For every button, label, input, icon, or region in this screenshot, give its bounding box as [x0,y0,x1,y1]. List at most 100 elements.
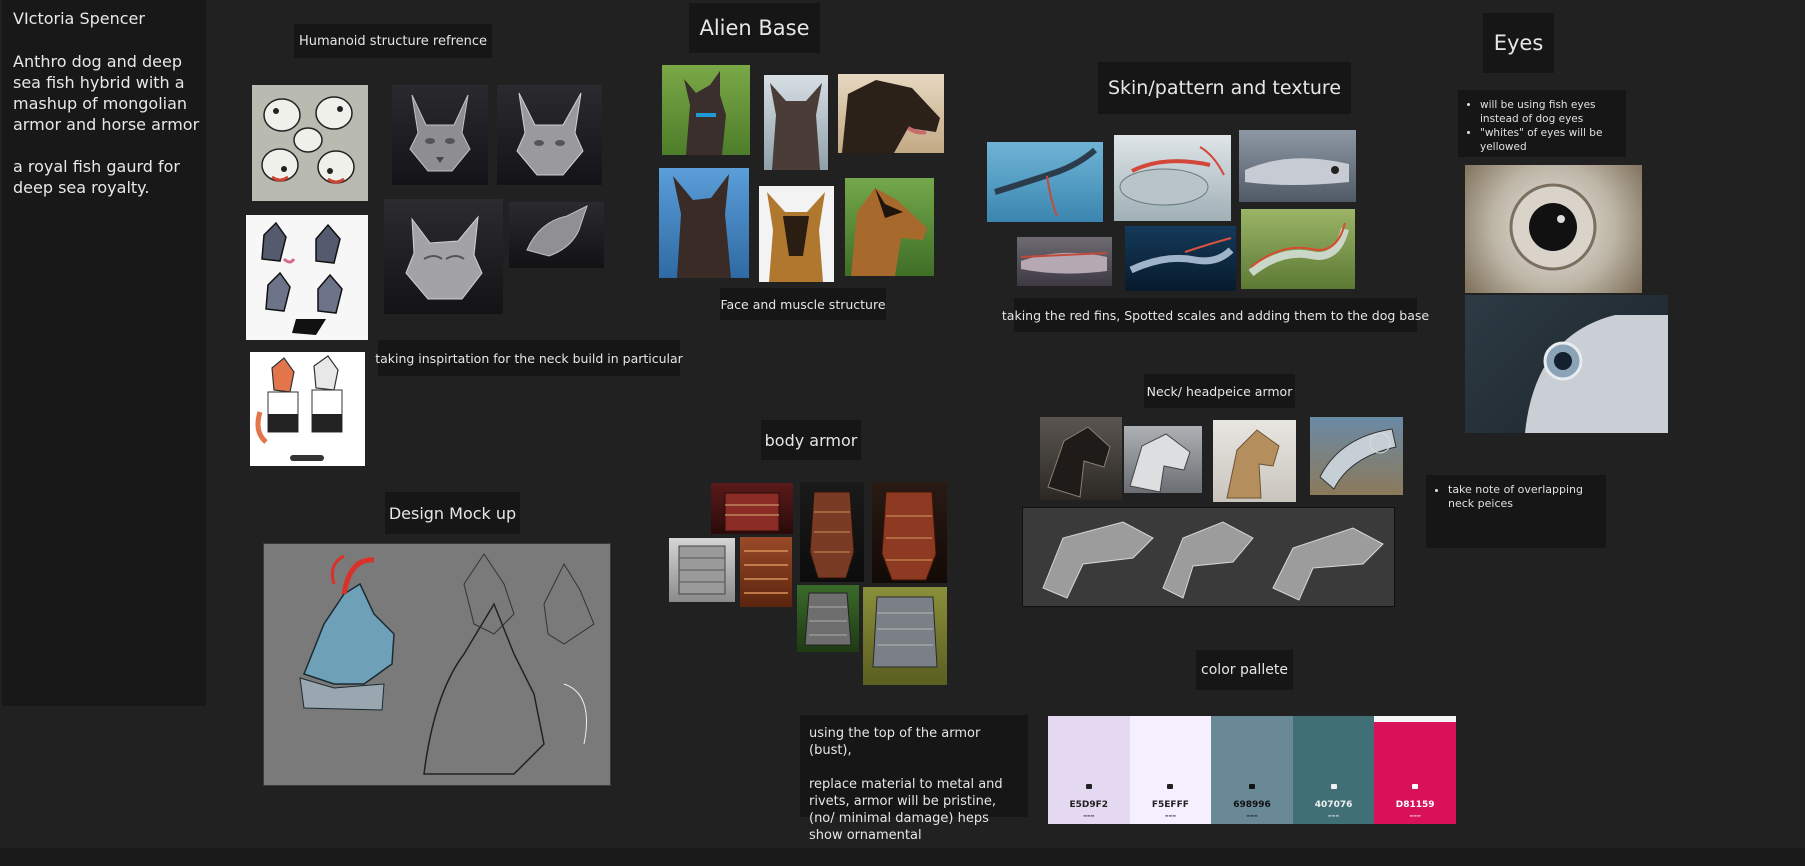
design-mockup-sketch [299,553,595,775]
xolo-dog-closeup-photo[interactable] [764,75,828,170]
oarfish-green-silhouette [1248,222,1349,277]
label-skin-texture[interactable]: Skin/pattern and texture [1098,62,1351,114]
alien-head-sculpt [526,205,588,257]
xolo-dog-blue-photo[interactable] [659,168,749,278]
wolf-sculpt-profile [405,215,483,300]
board-description-panel: VIctoria Spencer Anthro dog and deep sea… [2,0,206,706]
label-eyes[interactable]: Eyes [1483,13,1554,73]
lock-icon[interactable] [1412,784,1419,789]
lock-icon[interactable] [1167,784,1174,789]
label-humanoid-reference[interactable]: Humanoid structure refrence [294,24,492,58]
neck-plate-armor-photo[interactable] [1310,417,1403,495]
red-lamellar-silhouette [881,491,937,581]
dog-character-sketch-image[interactable] [246,215,368,340]
eyes-note-item: "whites" of eyes will be yellowed [1480,126,1618,154]
label-body-armor[interactable]: body armor [761,420,861,460]
label-red-fins[interactable]: taking the red fins, Spotted scales and … [1002,298,1429,332]
shepherd-white-silhouette [767,192,825,282]
alien-head-sculpt-image[interactable] [509,202,604,268]
swatch-hex: E5D9F2 [1069,800,1109,810]
horse-armor-gold-photo[interactable] [1213,420,1296,502]
mail-armor-person-photo[interactable] [797,585,859,652]
lock-icon[interactable] [1248,784,1255,789]
eyes-notes[interactable]: will be using fish eyes instead of dog e… [1458,90,1626,157]
steel-lamellar-closeup-photo[interactable] [669,538,735,602]
armor-note[interactable]: using the top of the armor (bust), repla… [800,715,1028,843]
oarfish-underwater-photo[interactable] [1125,226,1236,291]
steel-lamellar-silhouette [678,545,726,595]
spotted-fish-scales-photo[interactable] [1017,237,1112,286]
oarfish-model-photo[interactable] [1114,135,1231,221]
xolo-dog-green-photo[interactable] [662,65,750,155]
fish-scales-silhouette [1020,252,1108,274]
mail-armor-silhouette [804,592,852,646]
palette-swatch[interactable]: F5EFFF ▬▬▬ [1129,716,1212,824]
dalmatian-heads-sketch [261,96,355,184]
oarfish-green-photo[interactable] [1241,209,1355,289]
fish-eye-closeup-photo[interactable] [1465,165,1642,293]
leather-lamellar-silhouette [744,550,788,594]
red-lamellar-armor-photo[interactable] [872,482,947,583]
deep-sea-fish-blue-photo[interactable] [987,142,1103,222]
lock-icon[interactable] [1085,784,1092,789]
oarfish-model-silhouette [1119,146,1225,206]
fish-head-photo[interactable] [1465,295,1668,433]
oarfish-blue-silhouette [994,147,1097,217]
horse-armor-black-photo[interactable] [1040,417,1122,500]
label-neck-armor[interactable]: Neck/ headpeice armor [1144,374,1295,408]
fox-characters-image[interactable] [250,352,365,466]
label-color-palette[interactable]: color pallete [1196,650,1293,690]
dalmatian-heads-sketch-image[interactable] [252,85,368,201]
label-alien-base[interactable]: Alien Base [689,3,820,53]
swatch-subtext-bar: ▬▬▬ [1327,813,1340,818]
wolf-sculpt-profile-image[interactable] [384,199,503,314]
shepherd-profile-silhouette [842,80,940,153]
wolf-sculpt-front-image[interactable] [392,85,488,185]
palette-swatch[interactable]: 698996 ▬▬▬ [1211,716,1293,824]
neck-note-item: take note of overlapping neck peices [1448,483,1598,511]
horse-armor-silver-photo[interactable] [1124,426,1202,493]
label-face-muscle[interactable]: Face and muscle structure [720,288,886,320]
palette-swatch[interactable]: D81159 ▬▬▬ [1374,716,1456,824]
eyes-note-item: will be using fish eyes instead of dog e… [1480,98,1618,126]
german-shepherd-grass-photo[interactable] [845,178,934,276]
horse-armor-black-silhouette [1047,426,1111,498]
fish-head-drawing [1525,315,1668,433]
lamellar-armor-mannequin-photo[interactable] [800,482,864,582]
fox-characters-sketch [255,355,343,461]
wolf-sculpt-front [409,94,471,172]
swatch-hex: 407076 [1314,800,1353,810]
bottom-bar [0,848,1805,866]
red-armor-torso-silhouette [724,492,780,532]
swatch-top-strip [1374,716,1456,722]
dog-character-sketch [261,221,343,335]
swatch-subtext-bar: ▬▬▬ [1164,813,1177,818]
horse-armor-silver-silhouette [1129,433,1191,493]
swatch-hex: 698996 [1233,800,1271,810]
moodboard-canvas[interactable]: VIctoria Spencer Anthro dog and deep sea… [0,0,1805,848]
wolf-sculpt-front-2-image[interactable] [497,85,602,185]
neck-notes[interactable]: take note of overlapping neck peices [1426,475,1606,548]
palette-swatch[interactable]: 407076 ▬▬▬ [1292,716,1375,824]
swatch-hex: D81159 [1395,800,1435,810]
color-palette[interactable]: E5D9F2 ▬▬▬ F5EFFF ▬▬▬ 698996 ▬▬▬ 407076 … [1048,716,1456,824]
character-description: Anthro dog and deep sea fish hybrid with… [13,52,200,197]
label-neck-inspiration[interactable]: taking inspirtation for the neck build i… [375,340,683,376]
horse-armor-renders-image[interactable] [1022,507,1395,607]
xolo-dog-silhouette [684,71,726,155]
brigandine-silhouette [872,596,938,668]
wolf-sculpt-front-2 [516,92,584,176]
fish-eye-drawing [1509,183,1597,271]
lock-icon[interactable] [1330,784,1337,789]
red-armor-torso-photo[interactable] [711,483,793,534]
design-mockup-sketch-image[interactable] [263,543,611,786]
brigandine-armor-photo[interactable] [863,587,947,685]
palette-swatch[interactable]: E5D9F2 ▬▬▬ [1048,716,1130,824]
german-shepherd-white-photo[interactable] [759,186,834,282]
german-shepherd-profile-photo[interactable] [838,74,944,153]
horse-armor-gold-silhouette [1226,429,1280,499]
oarfish-head-photo[interactable] [1239,130,1356,202]
leather-lamellar-photo[interactable] [740,537,792,607]
label-design-mockup[interactable]: Design Mock up [385,492,520,534]
oarfish-head-silhouette [1245,158,1349,185]
